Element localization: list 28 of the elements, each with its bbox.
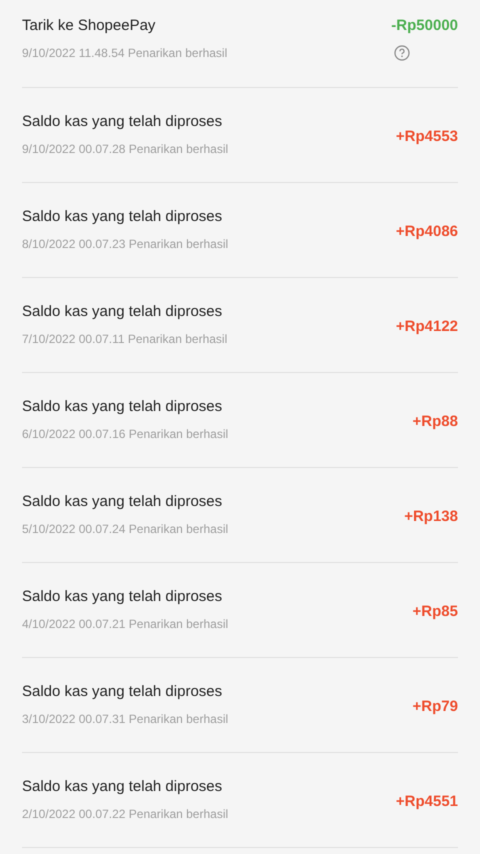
transaction-amount: +Rp4551 — [396, 793, 458, 811]
transaction-date: 4/10/2022 00.07.21 Penarikan berhasil — [22, 617, 228, 632]
transaction-date: 9/10/2022 00.07.28 Penarikan berhasil — [22, 142, 228, 157]
transaction-title: Saldo kas yang telah diproses — [22, 208, 224, 226]
transaction-amount: +Rp138 — [404, 508, 458, 526]
transaction-date: 5/10/2022 00.07.24 Penarikan berhasil — [22, 522, 228, 537]
transaction-amount: -Rp50000 — [391, 17, 458, 35]
transaction-title: Saldo kas yang telah diproses — [22, 588, 224, 606]
transaction-title: Saldo kas yang telah diproses — [22, 493, 224, 511]
transaction-date: 2/10/2022 00.07.22 Penarikan berhasil — [22, 807, 228, 822]
transaction-title: Tarik ke ShopeePay — [22, 17, 156, 35]
transaction-amount: +Rp79 — [412, 698, 458, 716]
transaction-title: Saldo kas yang telah diproses — [22, 683, 224, 701]
transaction-title: Saldo kas yang telah diproses — [22, 398, 224, 416]
transaction-title: Saldo kas yang telah diproses — [22, 778, 224, 796]
help-icon[interactable] — [394, 45, 410, 61]
transaction-amount: +Rp4122 — [396, 318, 458, 336]
transaction-amount: +Rp4553 — [396, 128, 458, 146]
transaction-date: 8/10/2022 00.07.23 Penarikan berhasil — [22, 237, 228, 252]
transaction-date: 7/10/2022 00.07.11 Penarikan berhasil — [22, 332, 228, 347]
transaction-title: Saldo kas yang telah diproses — [22, 113, 224, 131]
transaction-amount: +Rp88 — [412, 413, 458, 431]
transaction-date: 9/10/2022 11.48.54 Penarikan berhasil — [22, 46, 228, 61]
transaction-amount: +Rp4086 — [396, 223, 458, 241]
transaction-title: Saldo kas yang telah diproses — [22, 303, 224, 321]
transaction-date: 6/10/2022 00.07.16 Penarikan berhasil — [22, 427, 228, 442]
transaction-amount: +Rp85 — [412, 603, 458, 621]
transaction-date: 3/10/2022 00.07.31 Penarikan berhasil — [22, 712, 228, 727]
